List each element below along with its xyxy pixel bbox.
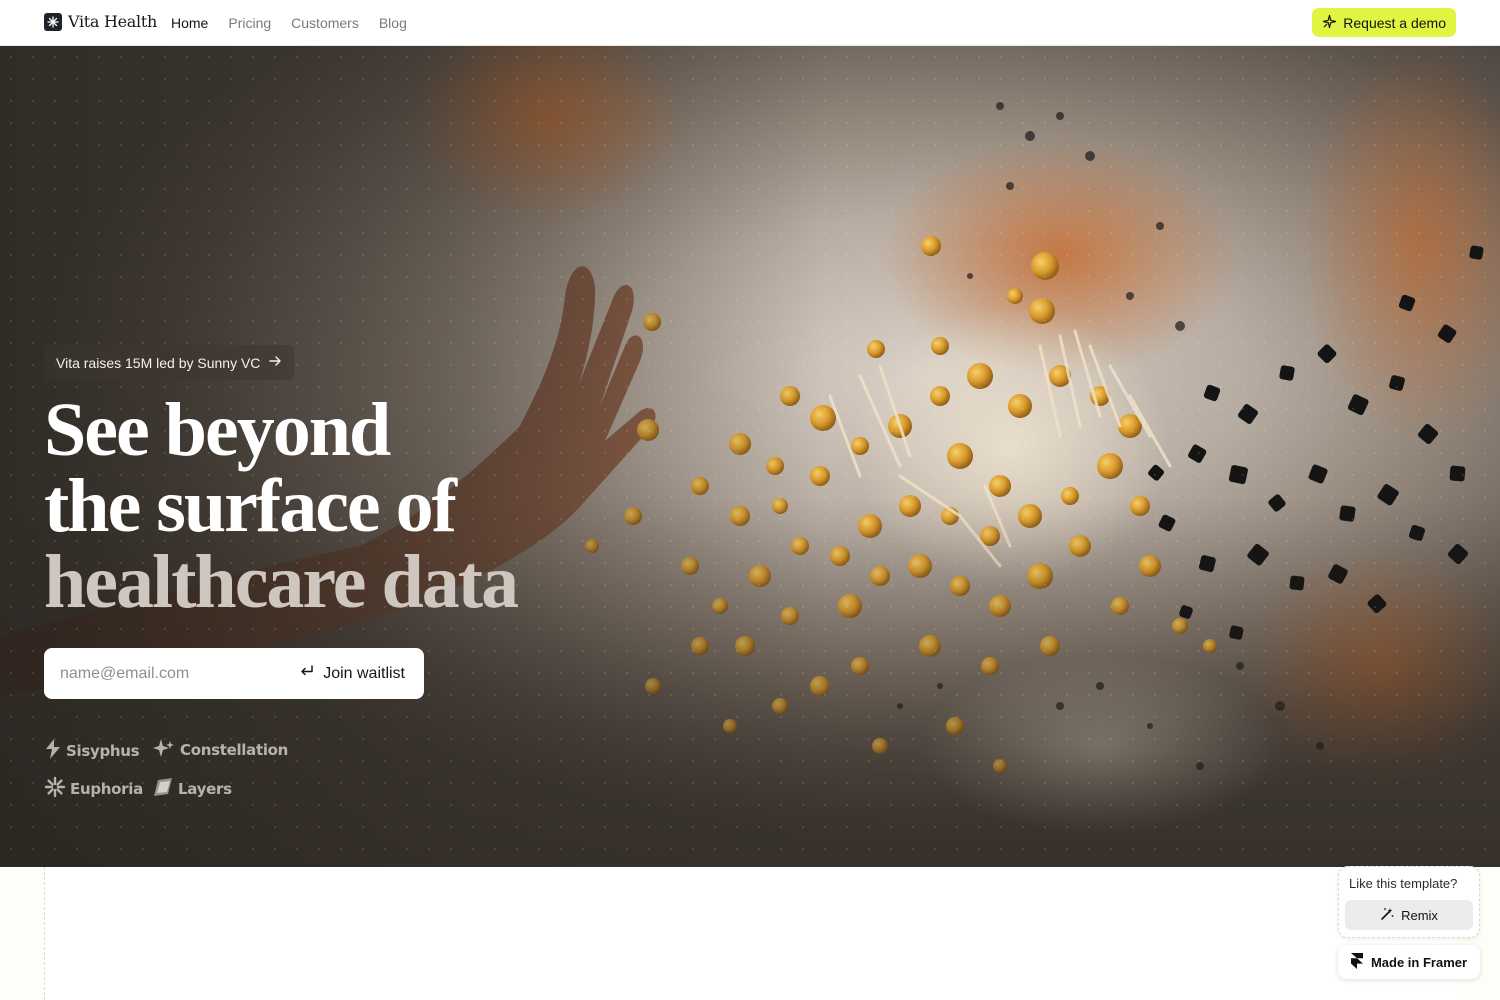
framer-logo-icon <box>1350 952 1363 972</box>
partner-name: Euphoria <box>70 780 143 798</box>
enter-key-icon <box>299 664 315 683</box>
sparkle-icon <box>1322 14 1337 32</box>
remix-button[interactable]: Remix <box>1345 900 1473 930</box>
partner-name: Layers <box>178 780 232 798</box>
partner-logo-sisyphus: Sisyphus <box>44 738 140 764</box>
content-panel <box>44 867 1456 1000</box>
headline-line-2: the surface of <box>44 464 457 548</box>
burst-icon <box>44 776 66 802</box>
sparkle-icon <box>152 738 176 762</box>
top-navigation: Vita Health Home Pricing Customers Blog … <box>0 0 1500 46</box>
next-section <box>0 867 1500 1000</box>
join-waitlist-label: Join waitlist <box>323 664 405 682</box>
hero-section: Vita raises 15M led by Sunny VC See beyo… <box>0 46 1500 867</box>
made-in-framer-badge[interactable]: Made in Framer <box>1338 945 1480 979</box>
partner-name: Constellation <box>180 741 289 759</box>
partner-name: Sisyphus <box>66 742 140 760</box>
nav-link-blog[interactable]: Blog <box>379 15 407 31</box>
nav-link-customers[interactable]: Customers <box>291 15 359 31</box>
partner-logo-constellation: Constellation <box>152 738 288 762</box>
brand-name: Vita Health <box>68 12 157 31</box>
request-demo-label: Request a demo <box>1343 14 1446 31</box>
headline-line-3: healthcare data <box>44 540 519 624</box>
announcement-text: Vita raises 15M led by Sunny VC <box>56 354 261 371</box>
announcement-pill[interactable]: Vita raises 15M led by Sunny VC <box>44 345 295 380</box>
email-input[interactable] <box>44 648 290 699</box>
join-waitlist-button[interactable]: Join waitlist <box>289 648 424 699</box>
magic-wand-icon <box>1380 907 1394 924</box>
waitlist-form: Join waitlist <box>44 648 424 699</box>
asterisk-logo-icon <box>44 12 62 31</box>
layers-icon <box>152 776 174 802</box>
hero-headline: See beyond the surface of healthcare dat… <box>44 388 519 624</box>
nav-link-pricing[interactable]: Pricing <box>228 15 271 31</box>
brand-logo[interactable]: Vita Health <box>44 12 157 31</box>
nav-link-home[interactable]: Home <box>171 15 208 31</box>
remix-card: Like this template? Remix <box>1338 866 1480 938</box>
partner-logo-layers: Layers <box>152 776 232 802</box>
remix-prompt: Like this template? <box>1349 876 1458 891</box>
remix-label: Remix <box>1401 907 1438 923</box>
headline-line-1: See beyond <box>44 388 391 472</box>
arrow-right-icon <box>268 354 282 371</box>
bolt-icon <box>44 738 62 764</box>
request-demo-button[interactable]: Request a demo <box>1312 8 1456 37</box>
partner-logo-euphoria: Euphoria <box>44 776 143 802</box>
nav-links: Home Pricing Customers Blog <box>171 15 407 31</box>
framer-badge-label: Made in Framer <box>1370 954 1468 970</box>
